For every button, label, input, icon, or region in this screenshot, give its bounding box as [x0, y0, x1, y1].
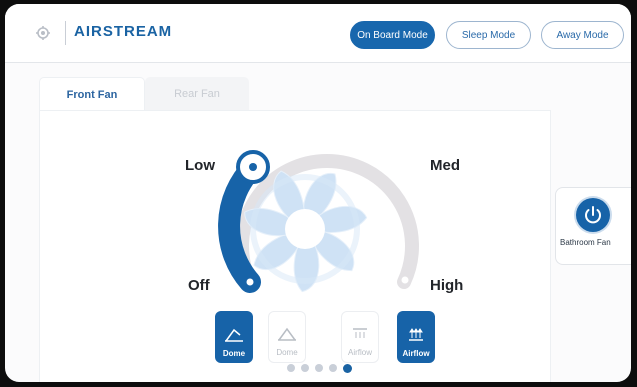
airflow-up-icon [409, 328, 423, 341]
page-dot[interactable] [301, 364, 309, 372]
bathroom-fan-card[interactable]: Bathroom Fan [555, 187, 631, 265]
brand-logo: AIRSTREAM [74, 23, 173, 40]
dome-open-button[interactable]: Dome [215, 311, 253, 363]
bathroom-fan-power-button[interactable] [576, 198, 610, 232]
top-bar: AIRSTREAM On Board Mode Sleep Mode Away … [5, 4, 631, 63]
header-divider [65, 21, 66, 45]
app-window: AIRSTREAM On Board Mode Sleep Mode Away … [5, 4, 631, 382]
airflow-down-button[interactable]: Airflow [341, 311, 379, 363]
sleep-mode-button[interactable]: Sleep Mode [446, 21, 531, 49]
page-dot[interactable] [329, 364, 337, 372]
speed-label-off[interactable]: Off [188, 277, 210, 294]
airflow-up-button[interactable]: Airflow [397, 311, 435, 363]
off-marker [246, 278, 254, 286]
bathroom-fan-label: Bathroom Fan [560, 238, 611, 247]
speed-label-high[interactable]: High [430, 277, 463, 294]
away-mode-button[interactable]: Away Mode [541, 21, 624, 49]
med-marker [402, 165, 410, 173]
on-board-mode-button[interactable]: On Board Mode [350, 21, 435, 49]
dome-open-icon [225, 328, 243, 342]
airflow-down-label: Airflow [347, 348, 372, 357]
page-dot[interactable] [287, 364, 295, 372]
speed-knob[interactable] [236, 150, 270, 184]
airflow-up-label: Airflow [402, 349, 430, 358]
speed-label-med[interactable]: Med [430, 157, 460, 174]
high-marker [401, 276, 409, 284]
page-dot-current[interactable] [343, 364, 352, 373]
dome-closed-label: Dome [276, 348, 298, 357]
dome-open-label: Dome [222, 349, 246, 358]
dome-closed-button[interactable]: Dome [268, 311, 306, 363]
fan-hub [285, 209, 325, 249]
settings-gear-icon[interactable] [36, 26, 50, 40]
page-indicator [287, 364, 352, 373]
dome-closed-icon [278, 327, 296, 341]
page-dot[interactable] [315, 364, 323, 372]
tab-rear-fan[interactable]: Rear Fan [145, 77, 249, 111]
power-icon [585, 206, 601, 224]
speed-label-low[interactable]: Low [185, 157, 215, 174]
tab-front-fan[interactable]: Front Fan [39, 77, 145, 111]
airflow-down-icon [353, 328, 367, 338]
